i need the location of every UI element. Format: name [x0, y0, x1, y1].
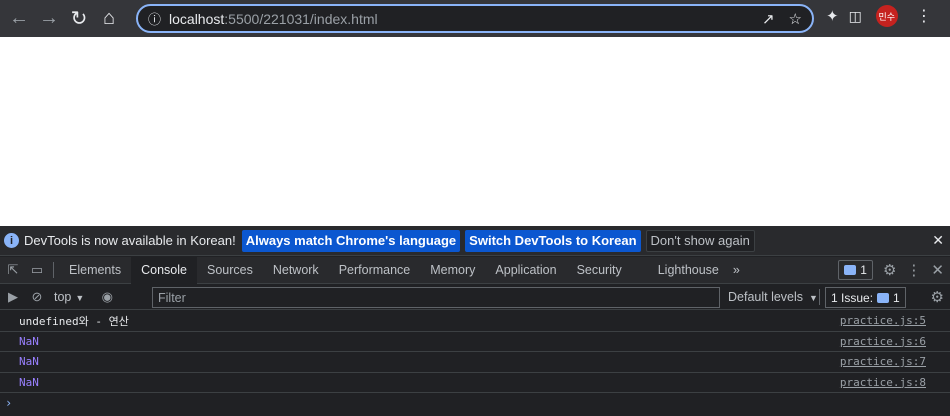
- reload-icon[interactable]: ↻: [64, 4, 94, 34]
- console-toolbar: ▶ ⊘ top ▼ ◉ Filter Default levels ▼ 1 Issu…: [0, 285, 950, 310]
- close-devtools-icon[interactable]: ✕: [931, 261, 944, 279]
- always-match-language-button[interactable]: Always match Chrome's language: [241, 229, 461, 252]
- live-expression-eye-icon[interactable]: ◉: [96, 286, 118, 308]
- list-item: undefined와 - 연산 practice.js:5: [0, 311, 950, 332]
- settings-gear-icon[interactable]: ⚙: [883, 261, 896, 279]
- console-settings-gear-icon[interactable]: ⚙: [931, 288, 944, 306]
- clear-console-icon[interactable]: ⊘: [26, 286, 48, 308]
- side-panel-icon[interactable]: ◫: [849, 8, 862, 25]
- list-item: NaN practice.js:8: [0, 373, 950, 393]
- page-viewport: [0, 37, 950, 226]
- share-icon[interactable]: ↗: [762, 10, 775, 28]
- tab-console[interactable]: Console: [131, 256, 197, 284]
- address-bar[interactable]: ⓘ localhost:5500/221031/index.html ↗ ☆: [136, 4, 814, 33]
- log-message: NaN: [19, 375, 39, 389]
- log-message: undefined와 - 연산: [19, 314, 129, 328]
- issues-button[interactable]: 1 Issue: 1: [825, 287, 906, 308]
- back-icon[interactable]: ←: [4, 4, 34, 34]
- prompt-chevron-icon: ›: [5, 396, 13, 410]
- devtools-menu-icon[interactable]: ⋮: [906, 261, 921, 279]
- tab-elements[interactable]: Elements: [59, 257, 131, 284]
- log-message: NaN: [19, 355, 39, 369]
- log-levels-dropdown[interactable]: Default levels ▼: [728, 290, 818, 304]
- info-icon: i: [4, 233, 19, 248]
- tab-security[interactable]: Security: [567, 257, 632, 284]
- switch-to-korean-button[interactable]: Switch DevTools to Korean: [465, 229, 641, 252]
- url-text: localhost:5500/221031/index.html: [169, 10, 378, 27]
- issues-count: 1: [860, 263, 867, 277]
- context-selector[interactable]: top ▼: [54, 290, 84, 304]
- forward-icon[interactable]: →: [34, 4, 64, 34]
- list-item: NaN practice.js:7: [0, 352, 950, 373]
- tab-network[interactable]: Network: [263, 257, 329, 284]
- extensions-puzzle-icon[interactable]: ✦: [826, 7, 839, 25]
- log-source-link[interactable]: practice.js:5: [840, 314, 926, 327]
- device-toolbar-icon[interactable]: ▭: [26, 259, 48, 281]
- dont-show-again-button[interactable]: Don't show again: [645, 229, 755, 252]
- avatar[interactable]: 민수: [875, 5, 898, 27]
- divider: [53, 262, 54, 278]
- divider: [819, 289, 820, 305]
- console-prompt[interactable]: ›: [0, 393, 950, 413]
- filter-input[interactable]: Filter: [152, 287, 720, 308]
- tab-application[interactable]: Application: [485, 257, 566, 284]
- browser-menu-icon[interactable]: ⋮: [916, 6, 932, 26]
- browser-toolbar: ← → ↻ ⌂ ⓘ localhost:5500/221031/index.ht…: [0, 0, 950, 37]
- chevron-down-icon: ▼: [809, 293, 818, 303]
- tab-sources[interactable]: Sources: [197, 257, 263, 284]
- log-message: NaN: [19, 334, 39, 348]
- devtools-tabbar: ⇱ ▭ Elements Console Sources Network Per…: [0, 256, 950, 284]
- close-icon[interactable]: ✕: [932, 232, 944, 249]
- message-icon: [844, 265, 857, 275]
- home-icon[interactable]: ⌂: [94, 4, 124, 34]
- tab-lighthouse[interactable]: Lighthouse: [648, 257, 729, 284]
- devtools-language-infobar: i DevTools is now available in Korean! A…: [0, 226, 950, 256]
- infobar-message: DevTools is now available in Korean!: [24, 233, 236, 248]
- tab-memory[interactable]: Memory: [420, 257, 485, 284]
- inspect-element-icon[interactable]: ⇱: [2, 259, 24, 281]
- tab-performance[interactable]: Performance: [329, 257, 421, 284]
- info-icon[interactable]: ⓘ: [148, 9, 161, 28]
- console-output: undefined와 - 연산 practice.js:5 NaN practi…: [0, 311, 950, 416]
- log-source-link[interactable]: practice.js:6: [840, 335, 926, 348]
- bookmark-star-icon[interactable]: ☆: [789, 10, 802, 28]
- log-source-link[interactable]: practice.js:7: [840, 355, 926, 368]
- more-tabs-chevron-icon[interactable]: »: [729, 257, 744, 284]
- list-item: NaN practice.js:6: [0, 332, 950, 352]
- message-icon: [877, 292, 890, 303]
- log-source-link[interactable]: practice.js:8: [840, 376, 926, 389]
- issues-counter-button[interactable]: 1: [838, 260, 873, 280]
- sidebar-toggle-icon[interactable]: ▶: [2, 286, 24, 308]
- chevron-down-icon: ▼: [75, 293, 85, 303]
